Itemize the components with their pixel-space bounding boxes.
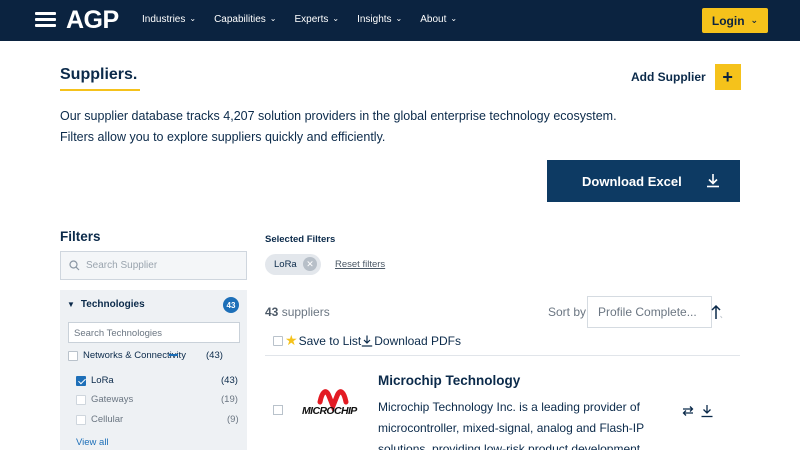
chevron-down-icon: ⌄	[450, 14, 458, 23]
filter-chip-lora: LoRa ✕	[265, 254, 321, 275]
view-all-link[interactable]: View all	[76, 437, 109, 448]
nav-item-label: About	[420, 14, 447, 25]
nav-item-label: Capabilities	[214, 14, 266, 25]
technologies-toggle[interactable]: ▼ Technologies	[67, 299, 145, 310]
technologies-count-badge: 43	[223, 297, 239, 313]
filter-item-gateways[interactable]: Gateways	[76, 394, 133, 405]
sort-select[interactable]: Profile Complete...	[587, 296, 712, 328]
company-name-link[interactable]: Microchip Technology	[378, 373, 520, 388]
filter-item-count: (9)	[227, 414, 239, 425]
chevron-down-icon: ⌄	[750, 15, 759, 25]
page-title: Suppliers.	[60, 66, 138, 83]
download-excel-label: Download Excel	[582, 173, 682, 189]
technologies-filter-panel: ▼ Technologies 43 Networks & Connectivit…	[60, 290, 247, 450]
select-all-checkbox[interactable]	[273, 335, 283, 346]
search-technologies-field[interactable]	[68, 322, 240, 343]
filter-item-count: (43)	[221, 375, 238, 386]
title-underline	[60, 89, 140, 91]
site-logo[interactable]: AGP	[66, 6, 119, 35]
technologies-label: Technologies	[80, 299, 145, 310]
menu-icon[interactable]	[35, 12, 56, 28]
filter-item-label: Gateways	[91, 394, 134, 405]
download-pdfs-label: Download PDFs	[374, 333, 461, 348]
search-technologies-input[interactable]	[69, 324, 239, 343]
sort-direction-arrow-icon[interactable]	[709, 304, 723, 320]
download-excel-button[interactable]: Download Excel	[547, 160, 740, 202]
selected-filters-title: Selected Filters	[265, 234, 336, 245]
collapse-minus-icon[interactable]	[169, 354, 178, 356]
download-pdfs-button[interactable]: Download PDFs	[361, 334, 461, 348]
row-checkbox[interactable]	[273, 405, 283, 415]
company-description: Microchip Technology Inc. is a leading p…	[378, 400, 644, 450]
category-checkbox[interactable]	[68, 350, 78, 361]
filter-item-label: Cellular	[91, 414, 124, 425]
chevron-down-icon: ▼	[67, 300, 75, 309]
chevron-down-icon: ⌄	[332, 14, 340, 23]
nav-item-about[interactable]: About ⌄	[420, 14, 457, 25]
nav-item-industries[interactable]: Industries ⌄	[142, 14, 196, 25]
login-button[interactable]: Login ⌄	[702, 8, 768, 33]
gateways-checkbox[interactable]	[76, 394, 86, 405]
chevron-down-icon: ⌄	[269, 14, 277, 23]
nav-item-label: Insights	[357, 14, 392, 25]
save-to-list-label: Save to List	[298, 333, 362, 348]
chip-label: LoRa	[274, 259, 297, 270]
supplier-count-suffix: suppliers	[281, 305, 330, 319]
nav-item-label: Industries	[142, 14, 186, 25]
sort-select-value: Profile Complete...	[598, 305, 697, 319]
download-icon	[362, 335, 373, 347]
bulk-actions-bar: ★ Save to List Download PDFs	[273, 332, 461, 349]
cellular-checkbox[interactable]	[76, 414, 86, 425]
download-icon	[707, 174, 719, 188]
plus-icon: +	[714, 64, 741, 90]
intro-line: Our supplier database tracks 4,207 solut…	[60, 109, 617, 123]
main-nav: Industries ⌄ Capabilities ⌄ Experts ⌄ Insig…	[142, 14, 457, 25]
supplier-count: 43 suppliers	[265, 305, 330, 319]
nav-item-capabilities[interactable]: Capabilities ⌄	[214, 14, 276, 25]
filter-item-label: LoRa	[91, 375, 114, 386]
intro-text: Our supplier database tracks 4,207 solut…	[60, 106, 680, 148]
compare-icon[interactable]	[681, 404, 695, 418]
search-icon	[69, 260, 80, 271]
star-icon: ★	[285, 332, 298, 348]
close-icon[interactable]: ✕	[303, 257, 317, 271]
top-navigation-bar: AGP Industries ⌄ Capabilities ⌄ Experts ⌄ I…	[0, 0, 800, 41]
filters-title: Filters	[60, 229, 101, 244]
filter-item-lora[interactable]: LoRa	[76, 375, 114, 386]
intro-line: Filters allow you to explore suppliers q…	[60, 130, 386, 144]
divider	[265, 355, 740, 356]
nav-item-insights[interactable]: Insights ⌄	[357, 14, 402, 25]
chevron-down-icon: ⌄	[189, 14, 197, 23]
category-count: (43)	[206, 350, 223, 361]
search-supplier-input[interactable]	[86, 260, 236, 271]
supplier-count-number: 43	[265, 305, 279, 319]
login-label: Login	[711, 13, 745, 28]
search-supplier-field[interactable]	[60, 251, 247, 280]
download-icon[interactable]	[700, 404, 714, 418]
lora-checkbox[interactable]	[76, 375, 86, 386]
sort-by-label: Sort by:	[548, 305, 590, 319]
add-supplier-button[interactable]: Add Supplier +	[631, 64, 741, 90]
nav-item-label: Experts	[294, 14, 329, 25]
reset-filters-link[interactable]: Reset filters	[335, 259, 385, 270]
chevron-down-icon: ⌄	[395, 14, 403, 23]
save-to-list-button[interactable]: ★ Save to List	[285, 332, 361, 349]
filter-item-count: (19)	[221, 394, 238, 405]
filter-item-cellular[interactable]: Cellular	[76, 414, 123, 425]
add-supplier-label: Add Supplier	[631, 70, 706, 84]
nav-item-experts[interactable]: Experts ⌄	[294, 14, 339, 25]
company-logo-text: MICROCHIP	[302, 405, 357, 417]
